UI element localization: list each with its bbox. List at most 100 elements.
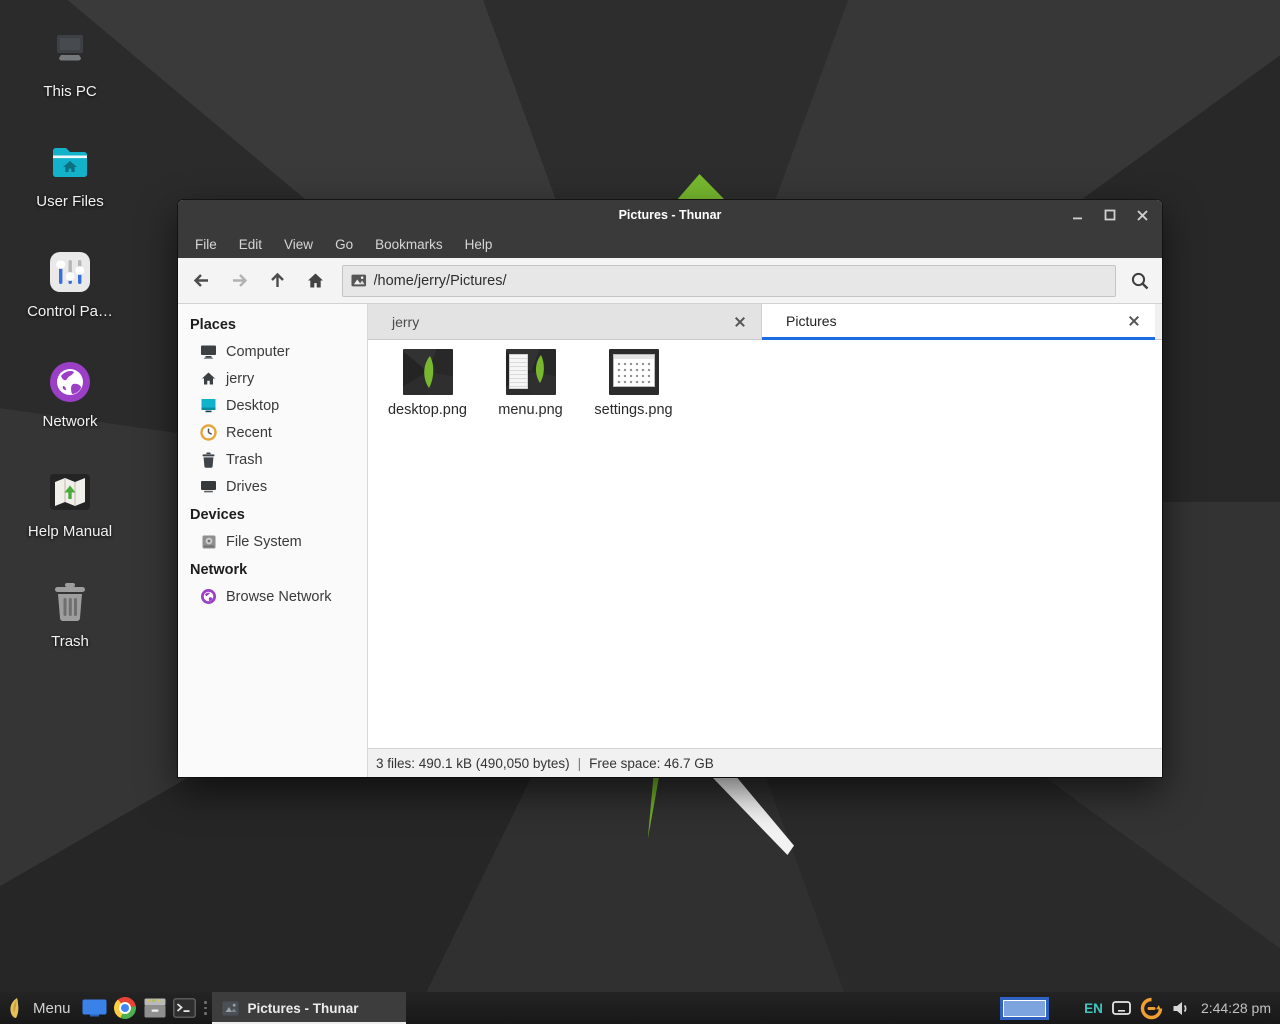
- sidebar-item-drives[interactable]: Drives: [178, 473, 367, 500]
- minimize-button[interactable]: [1062, 200, 1094, 230]
- status-free-space: Free space: 46.7 GB: [589, 756, 714, 771]
- file-name: settings.png: [594, 402, 672, 418]
- sidebar-item-file-system[interactable]: File System: [178, 528, 367, 555]
- chrome-launcher[interactable]: [110, 992, 140, 1024]
- search-icon: [1130, 271, 1150, 291]
- desktop-icon-label: Help Manual: [16, 523, 124, 540]
- distro-menu-icon: [8, 997, 24, 1019]
- sidebar-item-label: Browse Network: [226, 589, 332, 605]
- desktop-icon-control-panel[interactable]: Control Pa…: [16, 248, 124, 320]
- tab-close-icon[interactable]: [729, 311, 751, 333]
- taskbar: Menu Pictures - Thunar EN 2:44:28 pm: [0, 992, 1280, 1024]
- image-thumbnail: [506, 349, 556, 395]
- sidebar-item-desktop[interactable]: Desktop: [178, 392, 367, 419]
- taskbar-window-button[interactable]: Pictures - Thunar: [212, 992, 406, 1024]
- status-files: 3 files: 490.1 kB (490,050 bytes): [376, 756, 570, 771]
- menu-bookmarks[interactable]: Bookmarks: [364, 233, 454, 256]
- desktop-icon-user-files[interactable]: User Files: [16, 138, 124, 210]
- map-manual-icon: [46, 468, 94, 516]
- file-grid: desktop.png menu.png settings.png: [368, 340, 1162, 748]
- terminal-icon: [173, 998, 196, 1018]
- file-menu-png[interactable]: menu.png: [479, 349, 582, 418]
- file-settings-png[interactable]: settings.png: [582, 349, 685, 418]
- forward-button[interactable]: [220, 263, 258, 299]
- back-button[interactable]: [182, 263, 220, 299]
- menu-view[interactable]: View: [273, 233, 324, 256]
- desktop-icon-label: Control Pa…: [16, 303, 124, 320]
- globe-icon: [46, 358, 94, 406]
- file-name: desktop.png: [388, 402, 467, 418]
- panel-grip-handle[interactable]: [202, 992, 210, 1024]
- tab-bar: jerry Pictures: [368, 304, 1162, 340]
- tab-label: Pictures: [786, 313, 1123, 329]
- file-manager-launcher[interactable]: [140, 992, 170, 1024]
- window-title: Pictures - Thunar: [619, 208, 722, 222]
- sidebar-item-label: File System: [226, 534, 302, 550]
- sidebar-item-recent[interactable]: Recent: [178, 419, 367, 446]
- clock[interactable]: 2:44:28 pm: [1201, 1000, 1271, 1016]
- file-desktop-png[interactable]: desktop.png: [376, 349, 479, 418]
- drive-icon: [200, 478, 217, 495]
- sliders-icon: [46, 248, 94, 296]
- close-button[interactable]: [1126, 200, 1158, 230]
- sidebar-header-places[interactable]: Places: [178, 310, 367, 338]
- menu-edit[interactable]: Edit: [228, 233, 273, 256]
- keyboard-layout-indicator[interactable]: EN: [1084, 1001, 1103, 1016]
- trash-icon: [46, 578, 94, 626]
- status-bar: 3 files: 490.1 kB (490,050 bytes) | Free…: [368, 748, 1162, 777]
- show-desktop-button[interactable]: [80, 992, 110, 1024]
- sidebar-item-computer[interactable]: Computer: [178, 338, 367, 365]
- menu-file[interactable]: File: [184, 233, 228, 256]
- pathbar[interactable]: [342, 265, 1116, 297]
- image-thumbnail: [403, 349, 453, 395]
- desktop-icon-network[interactable]: Network: [16, 358, 124, 430]
- thumb-settings-window: [613, 354, 655, 387]
- menu-button[interactable]: Menu: [0, 992, 80, 1024]
- terminal-launcher[interactable]: [170, 992, 200, 1024]
- menubar: File Edit View Go Bookmarks Help: [178, 230, 1162, 258]
- status-separator: |: [578, 756, 582, 771]
- desktop-icon-trash[interactable]: Trash: [16, 578, 124, 650]
- volume-icon[interactable]: [1172, 1000, 1190, 1017]
- globe-icon: [200, 588, 217, 605]
- path-input[interactable]: [374, 273, 1107, 289]
- tab-label: jerry: [392, 314, 729, 330]
- workspace-pager[interactable]: [1000, 997, 1049, 1020]
- sidebar-item-browse-network[interactable]: Browse Network: [178, 583, 367, 610]
- desktop-screen: This PC User Files Control Pa… Network H…: [0, 0, 1280, 1024]
- sidebar-header-network[interactable]: Network: [178, 555, 367, 583]
- image-thumbnail: [609, 349, 659, 395]
- toolbar: [178, 258, 1162, 304]
- update-manager-icon[interactable]: [1140, 997, 1163, 1020]
- desktop-icon: [200, 397, 217, 414]
- sidebar-item-trash[interactable]: Trash: [178, 446, 367, 473]
- menu-help[interactable]: Help: [454, 233, 504, 256]
- filesystem-icon: [200, 533, 217, 550]
- tab-pictures[interactable]: Pictures: [762, 304, 1155, 340]
- maximize-button[interactable]: [1094, 200, 1126, 230]
- sidebar-item-jerry[interactable]: jerry: [178, 365, 367, 392]
- sidebar: Places Computer jerry Desktop Recent: [178, 304, 368, 777]
- menu-go[interactable]: Go: [324, 233, 364, 256]
- thumb-menu-panel: [509, 354, 528, 389]
- titlebar[interactable]: Pictures - Thunar: [178, 200, 1162, 230]
- up-button[interactable]: [258, 263, 296, 299]
- thunar-window: Pictures - Thunar File Edit View Go Book…: [178, 200, 1162, 777]
- home-button[interactable]: [296, 263, 334, 299]
- image-icon: [351, 274, 367, 287]
- tab-jerry[interactable]: jerry: [368, 304, 762, 340]
- tab-close-icon[interactable]: [1123, 310, 1145, 332]
- thunar-task-icon: [222, 1001, 239, 1016]
- file-cabinet-icon: [143, 997, 167, 1019]
- chrome-icon: [114, 997, 136, 1019]
- sidebar-item-label: Drives: [226, 479, 267, 495]
- search-button[interactable]: [1122, 263, 1158, 299]
- file-name: menu.png: [498, 402, 563, 418]
- desktop-icon-help-manual[interactable]: Help Manual: [16, 468, 124, 540]
- desktop-icon-this-pc[interactable]: This PC: [16, 28, 124, 100]
- taskbar-window-label: Pictures - Thunar: [248, 1001, 359, 1016]
- keyboard-icon[interactable]: [1112, 1001, 1131, 1015]
- sidebar-header-devices[interactable]: Devices: [178, 500, 367, 528]
- sidebar-item-label: Computer: [226, 344, 290, 360]
- sidebar-item-label: jerry: [226, 371, 254, 387]
